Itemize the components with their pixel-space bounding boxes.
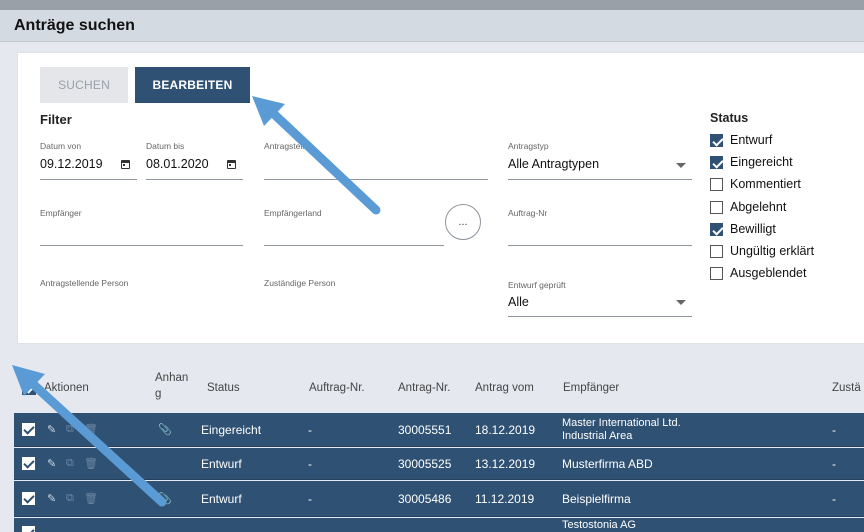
delete-icon[interactable]: 🗑 <box>84 423 98 436</box>
edit-button[interactable]: BEARBEITEN <box>135 67 250 103</box>
status-option-label: Bewilligt <box>730 222 776 236</box>
column-header-actions[interactable]: Aktionen <box>44 382 89 394</box>
row-checkbox[interactable] <box>22 457 35 470</box>
applicant-underline <box>264 179 488 180</box>
draft-checked-label: Entwurf geprüft <box>508 280 566 290</box>
checkbox-icon[interactable] <box>710 245 723 258</box>
row-checkbox[interactable] <box>22 526 35 532</box>
recipient-country-label: Empfängerland <box>264 208 322 218</box>
page-title: Anträge suchen <box>14 17 135 34</box>
order-no-underline <box>508 245 692 246</box>
row-request-no: 30005525 <box>398 457 452 471</box>
recipient-label: Empfänger <box>40 208 82 218</box>
checkbox-icon[interactable] <box>710 134 723 147</box>
row-checkbox[interactable] <box>22 492 35 505</box>
request-type-select[interactable]: Alle Antragtypen <box>508 157 599 171</box>
row-request-date: 18.12.2019 <box>475 423 536 437</box>
column-header-status[interactable]: Status <box>207 382 240 394</box>
status-option-label: Kommentiert <box>730 177 801 191</box>
date-to-input[interactable]: 08.01.2020 <box>146 157 209 171</box>
row-checkbox[interactable] <box>22 423 35 436</box>
edit-icon[interactable]: ✎ <box>47 457 56 470</box>
row-status: Entwurf <box>201 492 242 506</box>
table-row[interactable]: ✎ ⧉ 🗑 Entwurf - 30005525 13.12.2019 Must… <box>14 448 864 480</box>
row-recipient-name: Beispielfirma <box>562 492 631 506</box>
dropdown-caret-icon[interactable] <box>676 163 686 168</box>
status-option-label: Entwurf <box>730 133 773 147</box>
applying-person-label: Antragstellende Person <box>40 278 129 288</box>
row-recipient-name: Musterfirma ABD <box>562 457 653 471</box>
row-recipient-name: Testostonia AG <box>562 519 636 531</box>
column-header-attachment-wrap: g <box>155 388 162 400</box>
row-status: Eingereicht <box>201 423 262 437</box>
column-header-attachment[interactable]: Anhan <box>155 372 188 384</box>
row-request-no: 30005486 <box>398 492 452 506</box>
row-request-date: 11.12.2019 <box>475 492 535 506</box>
edit-icon[interactable]: ✎ <box>47 492 56 505</box>
filter-panel: SUCHEN BEARBEITEN Filter Datum von 09.12… <box>17 52 864 344</box>
more-options-button[interactable]: ... <box>445 204 481 240</box>
checkbox-icon[interactable] <box>710 201 723 214</box>
row-status: Entwurf <box>201 457 242 471</box>
paperclip-icon[interactable]: 📎 <box>158 492 172 505</box>
select-all-checkbox[interactable] <box>22 381 36 395</box>
edit-icon[interactable]: ✎ <box>47 423 56 436</box>
status-option-label: Ungültig erklärt <box>730 244 815 258</box>
checkbox-icon[interactable] <box>710 156 723 169</box>
column-header-recipient[interactable]: Empfänger <box>563 382 619 394</box>
date-from-label: Datum von <box>40 141 82 151</box>
copy-icon[interactable]: ⧉ <box>66 492 74 505</box>
draft-checked-select[interactable]: Alle <box>508 295 529 309</box>
draft-checked-underline <box>508 316 692 317</box>
request-type-label: Antragstyp <box>508 141 549 151</box>
copy-icon[interactable]: ⧉ <box>66 457 74 470</box>
dropdown-caret-icon[interactable] <box>676 300 686 305</box>
delete-icon[interactable]: 🗑 <box>84 457 98 470</box>
order-no-label: Auftrag-Nr <box>508 208 548 218</box>
column-header-order-no[interactable]: Auftrag-Nr. <box>309 382 365 394</box>
filter-title: Filter <box>40 112 72 127</box>
recipient-underline <box>40 245 243 246</box>
date-from-input[interactable]: 09.12.2019 <box>40 157 103 171</box>
row-recipient-name: Master International Ltd. <box>562 417 681 429</box>
row-order-no: - <box>308 423 312 437</box>
status-option-label: Abgelehnt <box>730 200 787 214</box>
date-to-underline <box>146 179 243 180</box>
request-type-underline <box>508 179 692 180</box>
page-header: Anträge suchen <box>0 10 864 42</box>
window-top-bar <box>0 0 864 10</box>
date-to-label: Datum bis <box>146 141 185 151</box>
paperclip-icon[interactable]: 📎 <box>158 423 172 436</box>
checkbox-icon[interactable] <box>710 267 723 280</box>
copy-icon[interactable]: ⧉ <box>66 423 74 436</box>
status-option-label: Eingereicht <box>730 155 793 169</box>
row-request-date: 13.12.2019 <box>475 457 536 471</box>
row-responsible: - <box>832 423 836 437</box>
applicant-label: Antragsteller <box>264 141 312 151</box>
column-header-request-date[interactable]: Antrag vom <box>475 382 534 394</box>
recipient-country-underline <box>264 245 444 246</box>
column-header-request-no[interactable]: Antrag-Nr. <box>398 382 450 394</box>
calendar-icon[interactable] <box>121 160 130 169</box>
status-title: Status <box>710 111 749 125</box>
delete-icon[interactable]: 🗑 <box>84 492 98 505</box>
table-header: Aktionen Anhan g Status Auftrag-Nr. Antr… <box>14 366 864 410</box>
calendar-icon[interactable] <box>227 160 236 169</box>
column-header-responsible[interactable]: Zustä <box>832 382 861 394</box>
checkbox-icon[interactable] <box>710 178 723 191</box>
responsible-person-label: Zuständige Person <box>264 278 336 288</box>
row-responsible: - <box>832 457 836 471</box>
row-order-no: - <box>308 457 312 471</box>
row-responsible: - <box>832 492 836 506</box>
row-order-no: - <box>308 492 312 506</box>
row-recipient-address: Industrial Area <box>562 430 633 442</box>
row-request-no: 30005551 <box>398 423 452 437</box>
search-button[interactable]: SUCHEN <box>40 67 128 103</box>
checkbox-icon[interactable] <box>710 223 723 236</box>
table-row[interactable]: ✎ ⧉ 🗑 📎 Eingereicht - 30005551 18.12.201… <box>14 413 864 447</box>
status-option-label: Ausgeblendet <box>730 266 807 280</box>
date-from-underline <box>40 179 137 180</box>
table-row[interactable]: ✎ ⧉ 🗑 📎 Entwurf - 30005486 11.12.2019 Be… <box>14 481 864 517</box>
table-row[interactable]: Testostonia AG <box>14 518 864 532</box>
